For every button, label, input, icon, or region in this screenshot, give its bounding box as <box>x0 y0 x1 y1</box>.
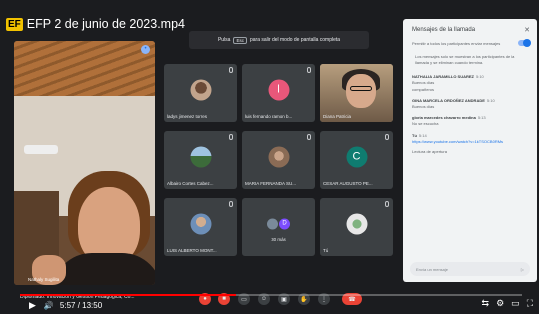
participant-tile[interactable]: C CESAR AUGUSTO PE... <box>320 131 393 189</box>
participant-tile[interactable]: l luis fernando ramon b... <box>242 64 315 122</box>
participant-name: CESAR AUGUSTO PE... <box>323 181 373 186</box>
chat-input-placeholder: Envía un mensaje <box>416 266 449 272</box>
participant-avatar: l <box>268 79 289 101</box>
mini-avatar-initial: D <box>279 218 290 230</box>
message-time: 5:10 <box>486 97 495 103</box>
participant-name: LUIS ALBERTO MONT... <box>167 248 217 253</box>
time-display: 5:57 / 13:50 <box>59 300 103 310</box>
participant-name: luis fernando ramon b... <box>245 114 293 119</box>
glasses-shape <box>350 86 372 91</box>
message-sender: gloria marcedes chavarro medina <box>412 115 476 121</box>
participant-tile[interactable]: LUIS ALBERTO MONT... <box>164 198 237 256</box>
participant-name: Diana Patricia <box>323 114 352 119</box>
allow-messages-toggle[interactable] <box>518 39 531 47</box>
chat-input[interactable]: Envía un mensaje ▷ <box>410 262 530 276</box>
chat-title: Mensajes de la llamada <box>412 27 476 33</box>
participant-avatar <box>268 146 289 168</box>
chat-header: Mensajes de la llamada ✕ <box>403 19 537 38</box>
participant-tile[interactable]: Diana Patricia <box>320 64 393 122</box>
chat-notice: Los mensajes solo se muestran a los part… <box>415 54 515 65</box>
lamp-shape <box>24 145 58 154</box>
participant-tile[interactable]: Albairo Cortes Cabez... <box>164 131 237 189</box>
more-participants-tile[interactable]: D 30 más <box>242 198 315 256</box>
message-sender: Tú <box>412 132 417 138</box>
participant-avatar <box>190 79 211 101</box>
mic-icon <box>307 67 311 73</box>
presenter-body <box>52 253 155 285</box>
video-frame[interactable]: EF EFP 2 de junio de 2023.mp4 • Nathaly … <box>0 0 539 314</box>
participant-avatar <box>190 146 211 168</box>
toggle-label: Permitir a todos los participantes envia… <box>412 40 501 46</box>
participant-avatar <box>190 213 211 235</box>
chat-permission-row: Permitir a todos los participantes envia… <box>403 38 537 48</box>
autoplay-icon[interactable]: ⇆ <box>482 298 490 309</box>
fullscreen-hint: Pulsa Esc para salir del modo de pantall… <box>189 31 369 49</box>
presenter-name: Nathaly Sugilita <box>28 277 60 282</box>
hint-prefix: Pulsa <box>217 37 231 43</box>
participant-face <box>346 74 376 108</box>
esc-key: Esc <box>233 36 247 44</box>
chat-message: Tú 5:14 https://www.youtube.com/watch?v=1… <box>403 130 537 158</box>
mic-icon <box>229 67 233 73</box>
chat-panel: Mensajes de la llamada ✕ Permitir a todo… <box>403 19 537 282</box>
hint-suffix: para salir del modo de pantalla completa <box>249 37 341 43</box>
current-time: 5:57 <box>59 300 76 310</box>
participant-tile[interactable]: ladys jimenez torres <box>164 64 237 122</box>
message-text: Buenos días <box>412 103 435 109</box>
theater-icon[interactable]: ▭ <box>511 298 520 309</box>
participant-name: Albairo Cortes Cabez... <box>167 181 214 186</box>
mic-icon <box>229 201 233 207</box>
participant-tile[interactable]: MARIA FERNANDA SU... <box>242 131 315 189</box>
message-link[interactable]: https://www.youtube.com/watch?v=1kTSOCB0… <box>412 139 503 144</box>
mic-icon <box>229 134 233 140</box>
mic-icon <box>307 134 311 140</box>
presenter-ceiling <box>14 41 155 96</box>
play-icon[interactable]: ▶ <box>29 300 36 311</box>
participant-name: ladys jimenez torres <box>167 114 208 119</box>
message-time: 5:10 <box>476 74 484 80</box>
message-time: 5:14 <box>418 132 427 138</box>
participant-name: MARIA FERNANDA SU... <box>245 181 297 186</box>
chat-message: NATHALIA JARAMILLO SUAREZ 5:10 Buenos día… <box>403 71 537 95</box>
message-sender: GINA MARCELA ORDOÑEZ ANDRADE <box>412 97 485 103</box>
participant-avatar: C <box>346 146 367 168</box>
mini-avatar <box>267 218 278 230</box>
video-title-text: EFP 2 de junio de 2023.mp4 <box>26 17 185 31</box>
more-count: 30 más <box>271 237 286 242</box>
send-icon[interactable]: ▷ <box>521 267 524 272</box>
message-text: Lectura de apertura <box>412 149 447 155</box>
settings-icon[interactable]: ⚙ <box>496 298 504 309</box>
file-badge: EF <box>6 17 23 31</box>
chat-message: gloria marcedes chavarro medina 5:13 No s… <box>403 112 537 129</box>
pin-icon[interactable]: • <box>141 45 150 54</box>
volume-icon[interactable]: 🔊 <box>44 301 54 310</box>
message-text: Buenos días <box>412 80 435 86</box>
mic-icon <box>385 201 389 207</box>
fullscreen-icon[interactable]: ⛶ <box>527 298 533 309</box>
presenter-tile[interactable]: • Nathaly Sugilita <box>14 41 155 285</box>
chat-message: GINA MARCELA ORDOÑEZ ANDRADE 5:10 Buenos … <box>403 95 537 112</box>
self-avatar <box>346 213 367 235</box>
self-name: Tú <box>323 248 329 253</box>
message-text: compañeros <box>412 86 435 92</box>
more-avatars: D <box>264 213 294 234</box>
close-icon[interactable]: ✕ <box>524 26 530 34</box>
duration: 13:50 <box>82 300 103 310</box>
message-text: No se escucha <box>412 121 439 127</box>
mic-icon <box>385 134 389 140</box>
player-right-controls: ⇆ ⚙ ▭ ⛶ <box>482 298 533 309</box>
message-time: 5:13 <box>477 115 486 121</box>
self-tile[interactable]: Tú <box>320 198 393 256</box>
message-sender: NATHALIA JARAMILLO SUAREZ <box>412 74 474 80</box>
player-controls: ▶ 🔊 5:57 / 13:50 ⇆ ⚙ ▭ ⛶ <box>0 296 539 314</box>
video-title: EF EFP 2 de junio de 2023.mp4 <box>6 17 185 31</box>
